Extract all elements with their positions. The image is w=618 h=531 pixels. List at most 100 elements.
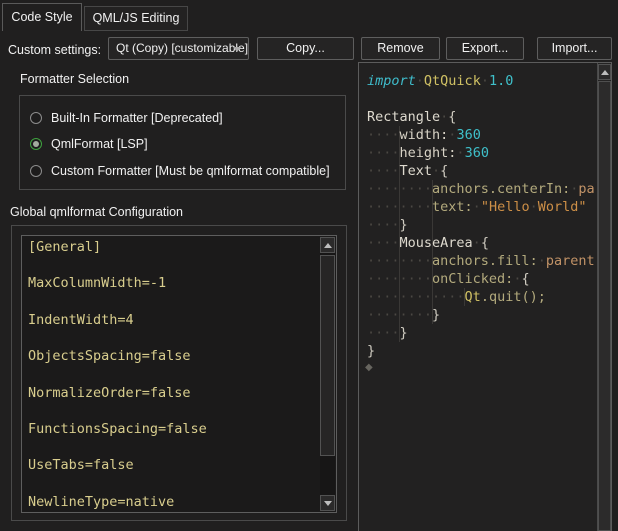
code-token: 1.0 [489,73,513,89]
code-token: MouseArea [400,235,473,251]
config-scrollbar[interactable] [320,237,335,511]
radio-label[interactable]: Custom Formatter [Must be qmlformat comp… [51,164,330,178]
formatter-selection-title: Formatter Selection [20,72,129,86]
whitespace-dots: ········ [367,199,432,215]
whitespace-dots: · [481,73,489,89]
code-line: ····Text·{ [367,162,612,180]
code-line: ········anchors.centerIn:·parent [367,180,612,198]
code-token: } [432,307,440,323]
whitespace-dots: ············ [367,289,465,305]
whitespace-dots: · [432,163,440,179]
whitespace-dots: · [456,145,464,161]
custom-settings-combobox[interactable]: Qt (Copy) [customizable] [108,37,249,60]
code-text: import·QtQuick·1.0Rectangle·{····width:·… [367,72,612,360]
code-token: { [521,271,529,287]
tab-bar: Code StyleQML/JS Editing [2,3,402,32]
code-token: { [440,163,448,179]
scrollbar-thumb[interactable] [598,81,611,531]
whitespace-dots: ···· [367,145,400,161]
import-button[interactable]: Import... [537,37,612,60]
triangle-up-icon [324,243,332,248]
code-token: "Hello [481,199,530,215]
code-line: import·QtQuick·1.0 [367,72,612,90]
code-line: ············Qt.quit(); [367,288,612,306]
remove-button[interactable]: Remove [361,37,440,60]
radio-custom-formatter-must-be-qmlformat-compatible[interactable]: Custom Formatter [Must be qmlformat comp… [30,163,330,179]
scrollbar-up-button[interactable] [598,64,611,80]
combobox-value: Qt (Copy) [customizable] [116,41,248,55]
tab-qml-js-editing[interactable]: QML/JS Editing [84,6,188,31]
code-token: { [448,109,456,125]
code-token: .quit(); [481,289,546,305]
chevron-down-icon [233,47,241,52]
whitespace-dots: · [473,199,481,215]
global-config-title: Global qmlformat Configuration [10,205,183,219]
whitespace-dots: ···· [367,163,400,179]
whitespace-dots: · [416,73,424,89]
code-token: Text [400,163,433,179]
code-token: 360 [456,127,480,143]
code-line: ····MouseArea·{ [367,234,612,252]
whitespace-dots: ···· [367,235,400,251]
code-line: ········onClicked:·{ [367,270,612,288]
radio-unselected-icon[interactable] [30,165,42,177]
code-token: height: [400,145,457,161]
scrollbar-down-button[interactable] [320,495,335,511]
whitespace-dots: · [538,253,546,269]
code-line: ····} [367,324,612,342]
code-token: } [400,217,408,233]
whitespace-dots: ········ [367,181,432,197]
code-token: } [367,343,375,359]
radio-label[interactable]: QmlFormat [LSP] [51,137,148,151]
code-token: QtQuick [424,73,481,89]
export-button[interactable]: Export... [446,37,524,60]
radio-selected-icon[interactable] [30,138,42,150]
triangle-down-icon [324,501,332,506]
code-line: Rectangle·{ [367,108,612,126]
whitespace-dots: ········ [367,307,432,323]
code-token: text: [432,199,473,215]
code-token: } [400,325,408,341]
config-text: [General] MaxColumnWidth=-1 IndentWidth=… [22,236,336,511]
whitespace-dots: · [530,199,538,215]
whitespace-dots: ···· [367,325,400,341]
end-of-document-marker: ◆ [365,362,373,373]
code-line [367,90,612,108]
code-line: } [367,342,612,360]
whitespace-dots: ···· [367,127,400,143]
code-token: import [367,73,416,89]
code-line: ····height:·360 [367,144,612,162]
code-token: onClicked: [432,271,513,287]
code-token: anchors.centerIn: [432,181,570,197]
code-token: anchors.fill: [432,253,538,269]
radio-label[interactable]: Built-In Formatter [Deprecated] [51,111,223,125]
code-line: ····} [367,216,612,234]
preview-scrollbar[interactable] [597,63,611,531]
code-token: World" [538,199,587,215]
scrollbar-thumb[interactable] [320,255,335,456]
code-line: ········} [367,306,612,324]
formatter-selection-group: Built-In Formatter [Deprecated] QmlFormat… [19,95,346,190]
tab-code-style[interactable]: Code Style [2,3,82,31]
radio-unselected-icon[interactable] [30,112,42,124]
copy-button[interactable]: Copy... [257,37,354,60]
whitespace-dots: ········ [367,271,432,287]
code-token: Rectangle [367,109,440,125]
code-token: 360 [465,145,489,161]
radio-built-in-formatter-deprecated[interactable]: Built-In Formatter [Deprecated] [30,110,223,126]
custom-settings-label: Custom settings: [8,43,101,57]
config-editor[interactable]: [General] MaxColumnWidth=-1 IndentWidth=… [21,235,337,513]
code-token: parent [546,253,595,269]
scrollbar-up-button[interactable] [320,237,335,253]
code-token: Qt [465,289,481,305]
triangle-up-icon [601,70,609,75]
radio-qmlformat-lsp[interactable]: QmlFormat [LSP] [30,136,148,152]
code-line: ········text:·"Hello·World" [367,198,612,216]
whitespace-dots: ···· [367,217,400,233]
whitespace-dots: ········ [367,253,432,269]
code-preview-panel: import·QtQuick·1.0Rectangle·{····width:·… [358,62,612,531]
code-line: ····width:·360 [367,126,612,144]
code-line: ········anchors.fill:·parent [367,252,612,270]
code-token: width: [400,127,449,143]
code-token: { [481,235,489,251]
